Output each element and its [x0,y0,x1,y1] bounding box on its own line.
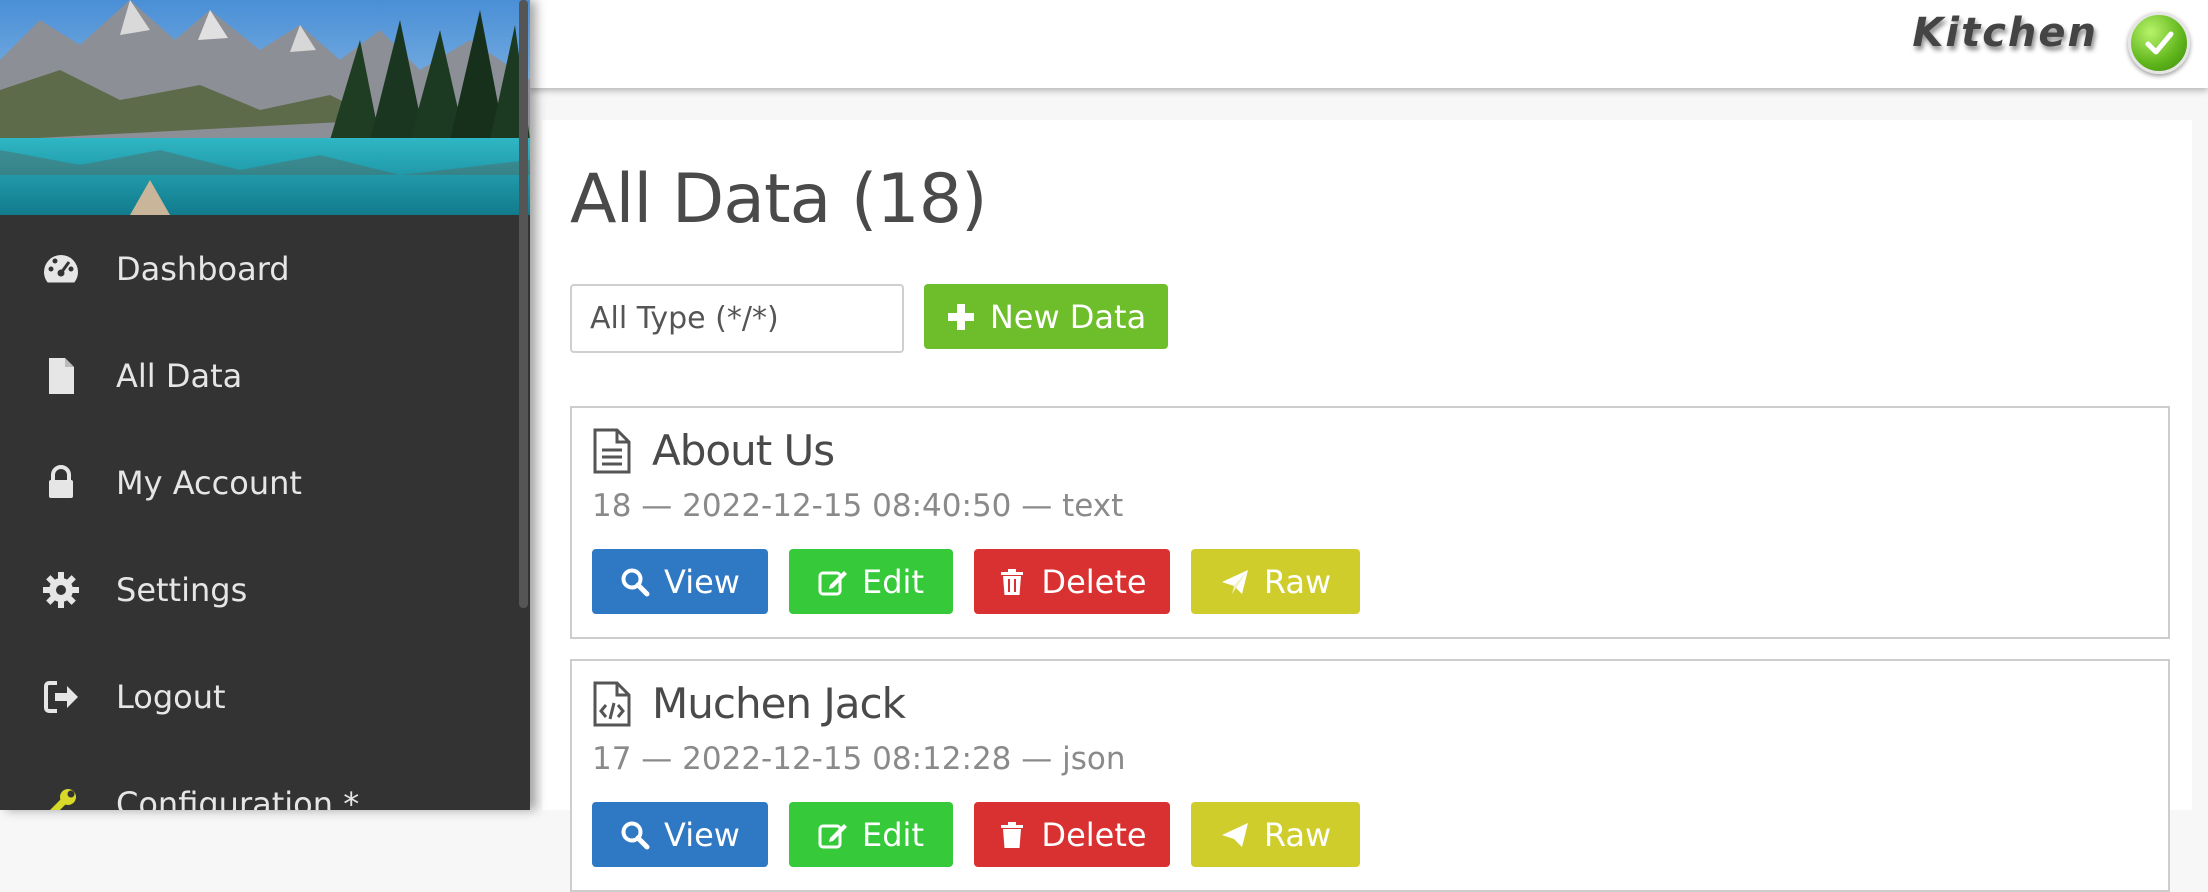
view-button[interactable]: View [592,549,768,614]
top-bar: Kitchen [530,0,2208,88]
sidebar-banner-image [0,0,530,215]
page-title: All Data (18) [570,160,987,239]
record-card: Muchen Jack 17 — 2022-12-15 08:12:28 — j… [570,659,2170,892]
search-icon [621,568,650,596]
logout-icon [40,676,82,718]
brand-logo-text: Kitchen [1912,10,2098,56]
delete-button[interactable]: Delete [974,549,1170,614]
sidebar-item-logout[interactable]: Logout [0,643,530,750]
search-icon [621,821,650,849]
edit-button[interactable]: Edit [789,549,953,614]
sidebar-item-label: All Data [116,356,243,395]
trash-icon [1001,821,1024,848]
view-label: View [664,562,740,601]
raw-button[interactable]: Raw [1191,802,1360,867]
edit-button[interactable]: Edit [789,802,953,867]
paper-plane-icon [1221,822,1248,847]
sidebar-item-configuration[interactable]: Configuration * [0,750,530,810]
sidebar-item-all-data[interactable]: All Data [0,322,530,429]
delete-label: Delete [1041,562,1147,601]
record-title: About Us [652,426,835,475]
delete-label: Delete [1041,815,1147,854]
new-data-label: New Data [989,297,1147,336]
file-icon [40,355,82,397]
raw-button[interactable]: Raw [1191,549,1360,614]
plus-icon [947,303,974,330]
view-button[interactable]: View [592,802,768,867]
record-title: Muchen Jack [652,679,906,728]
dashboard-icon [40,248,82,290]
view-label: View [664,815,740,854]
edit-label: Edit [862,562,924,601]
edit-icon [818,823,848,848]
record-meta: 17 — 2022-12-15 08:12:28 — json [592,741,1126,777]
type-filter-select[interactable]: All Type (*/*) [570,284,904,353]
sidebar-item-dashboard[interactable]: Dashboard [0,215,530,322]
gear-icon [40,569,82,611]
edit-label: Edit [862,815,924,854]
type-filter-value: All Type (*/*) [590,301,779,336]
sidebar: Dashboard All Data My Account Settings L… [0,0,530,810]
code-file-icon [593,681,631,726]
sidebar-item-my-account[interactable]: My Account [0,429,530,536]
sidebar-nav: Dashboard All Data My Account Settings L… [0,215,530,810]
record-card: About Us 18 — 2022-12-15 08:40:50 — text… [570,406,2170,639]
delete-button[interactable]: Delete [974,802,1170,867]
lock-icon [40,462,82,504]
new-data-button[interactable]: New Data [924,284,1168,349]
sidebar-item-label: Configuration * [116,784,360,811]
main-content: All Data (18) All Type (*/*) New Data Ab… [542,120,2192,892]
sidebar-item-settings[interactable]: Settings [0,536,530,643]
sidebar-item-label: Settings [116,570,248,609]
sidebar-item-label: My Account [116,463,302,502]
paper-plane-icon [1221,569,1248,594]
sidebar-item-label: Dashboard [116,249,290,288]
sidebar-scrollbar[interactable] [519,0,528,608]
raw-label: Raw [1263,815,1332,854]
status-check-icon [2128,12,2190,74]
wrench-icon [40,783,82,810]
sidebar-item-label: Logout [116,677,226,716]
trash-icon [1001,568,1024,595]
text-file-icon [593,428,631,473]
raw-label: Raw [1263,562,1332,601]
record-meta: 18 — 2022-12-15 08:40:50 — text [592,488,1124,524]
edit-icon [818,570,848,595]
